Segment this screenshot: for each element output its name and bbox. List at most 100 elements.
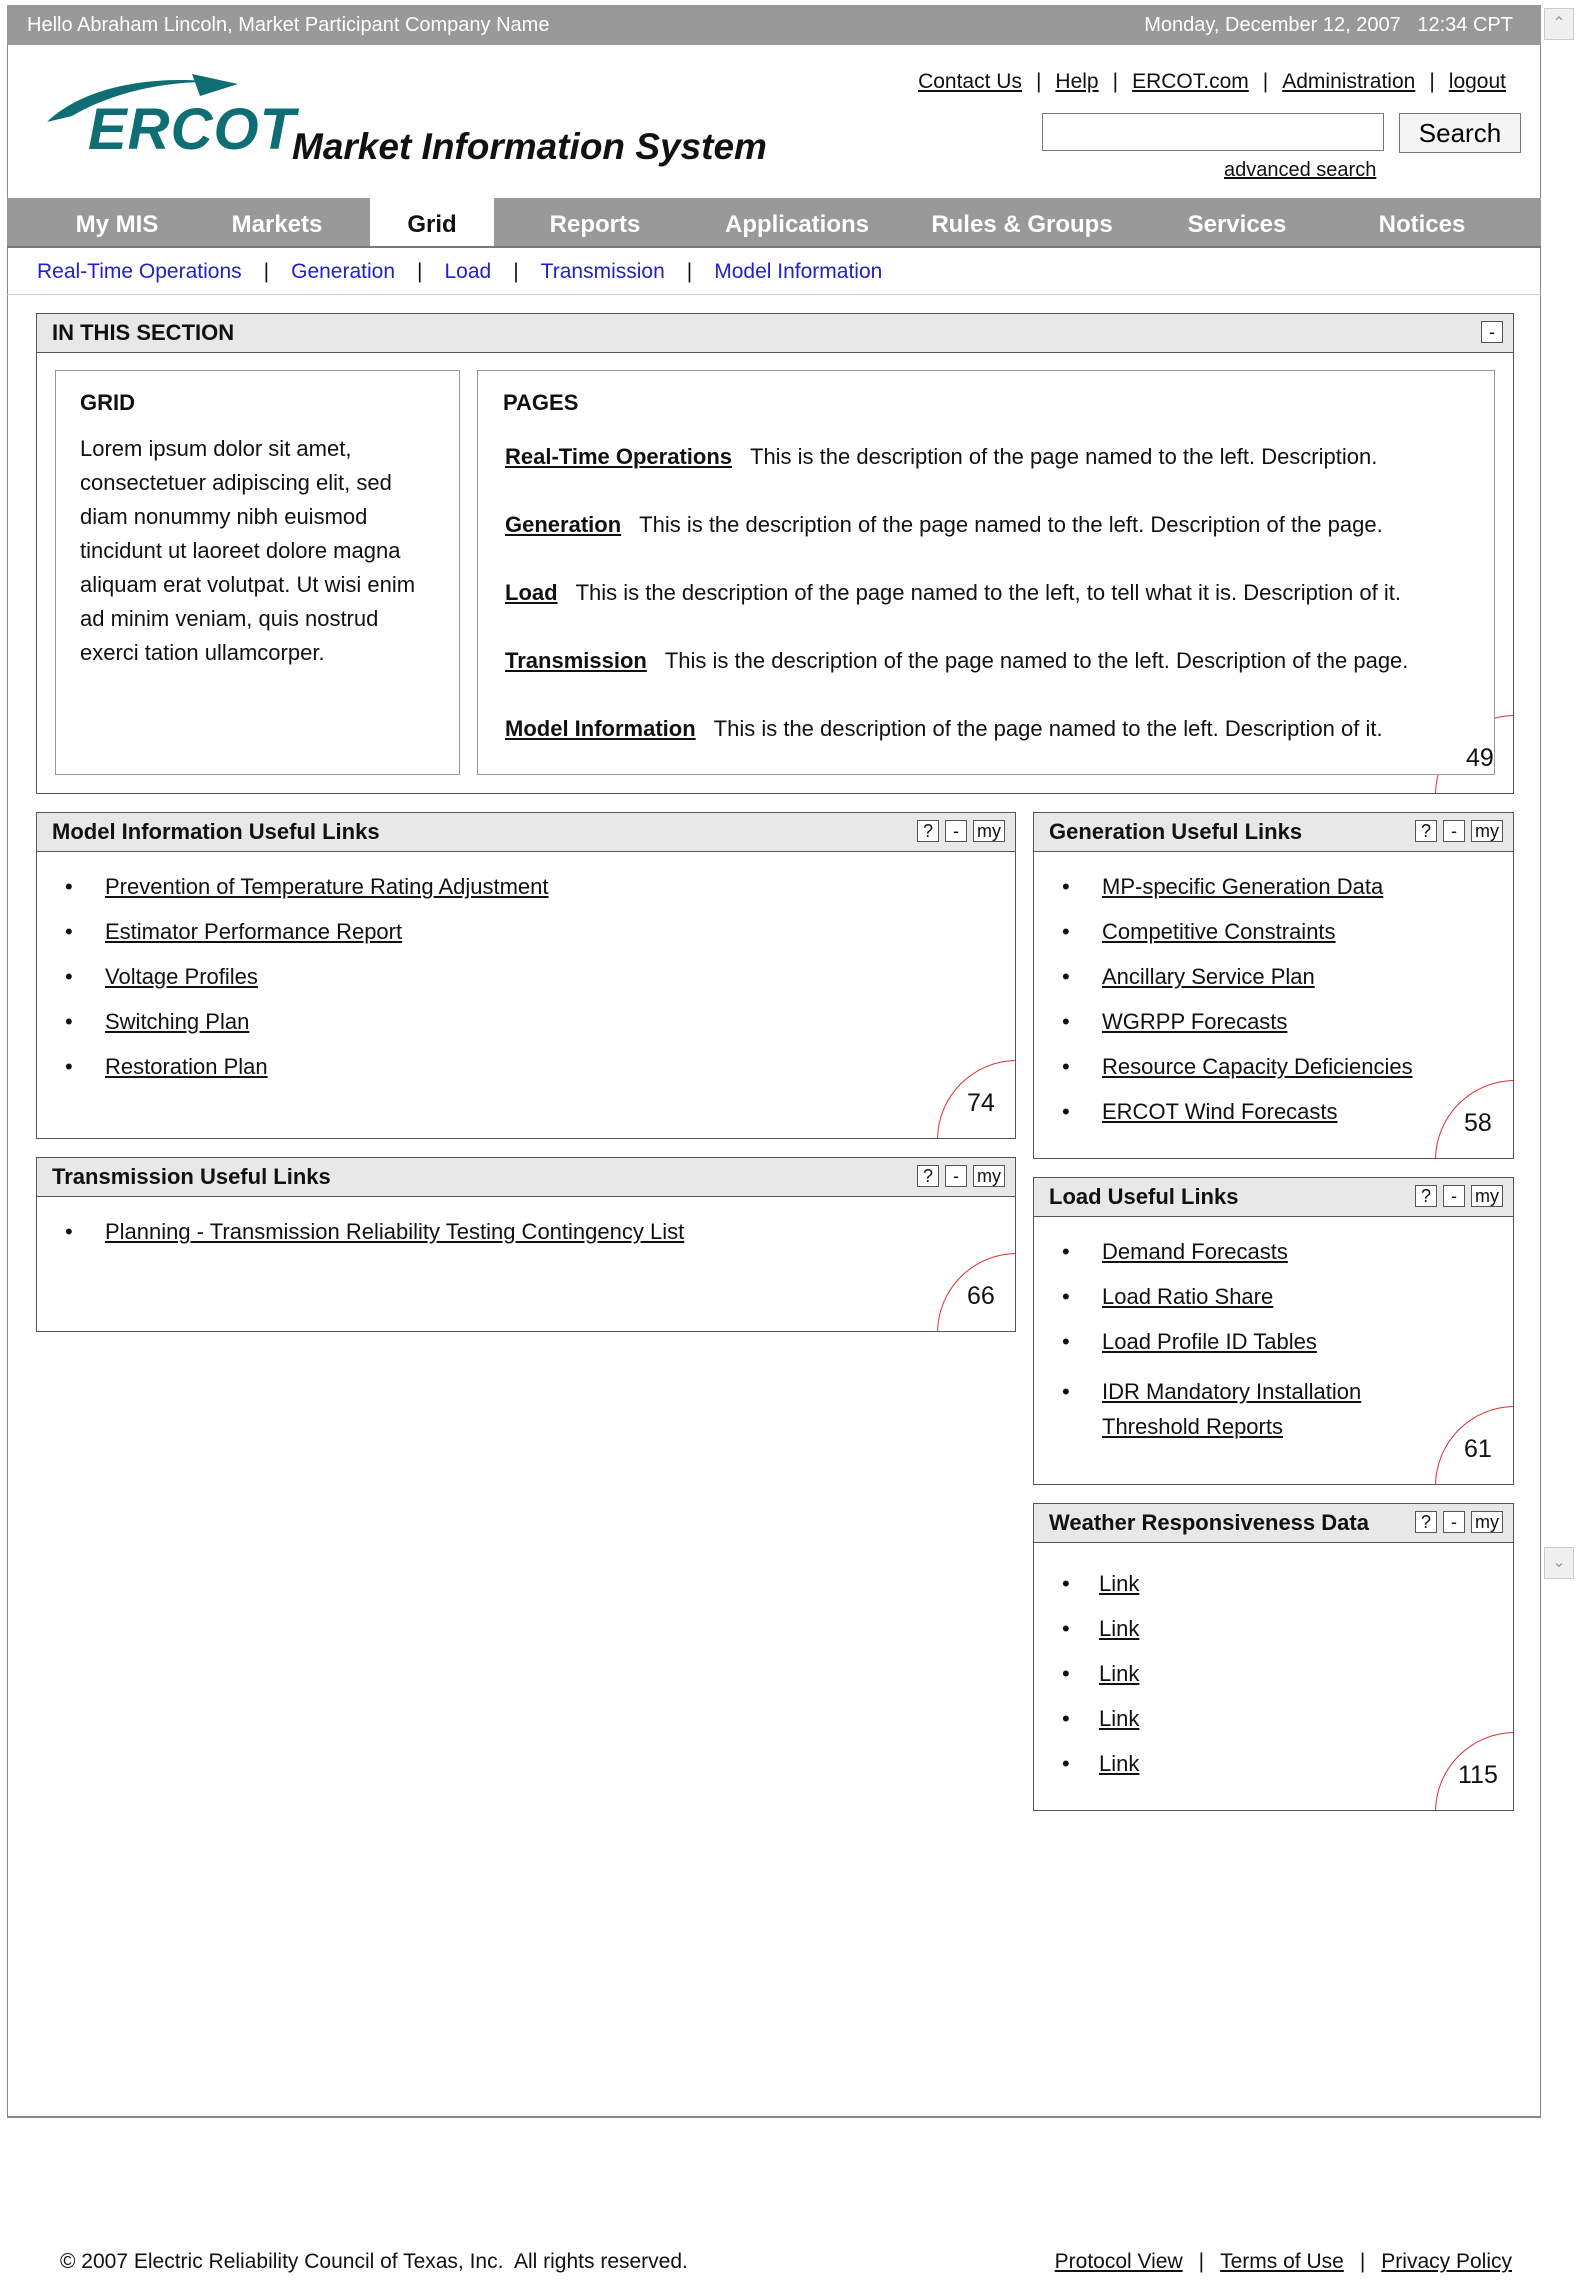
help-button[interactable]: ?	[917, 1165, 939, 1187]
page-link-load[interactable]: Load	[505, 580, 558, 605]
minimize-button[interactable]: -	[1443, 820, 1465, 842]
page-link-transmission[interactable]: Transmission	[505, 648, 647, 673]
link-list: Prevention of Temperature Rating Adjustm…	[37, 852, 1015, 1099]
advanced-search-link[interactable]: advanced search	[1224, 159, 1376, 182]
subnav-transmission[interactable]: Transmission	[541, 260, 665, 283]
link-list: Demand Forecasts Load Ratio Share Load P…	[1034, 1217, 1513, 1444]
model-info-link[interactable]: Estimator Performance Report	[105, 919, 402, 944]
generation-link[interactable]: Ancillary Service Plan	[1102, 964, 1315, 989]
help-link[interactable]: Help	[1055, 70, 1098, 93]
subnav-model-information[interactable]: Model Information	[714, 260, 882, 283]
minimize-button[interactable]: -	[1481, 321, 1503, 343]
list-item: Load Profile ID Tables	[1034, 1329, 1513, 1374]
page-link-model-information[interactable]: Model Information	[505, 716, 696, 741]
contact-us-link[interactable]: Contact Us	[918, 70, 1022, 93]
panel-title: Weather Responsiveness Data	[1049, 1510, 1369, 1535]
generation-link[interactable]: Resource Capacity Deficiencies	[1102, 1054, 1413, 1079]
terms-of-use-link[interactable]: Terms of Use	[1220, 2250, 1344, 2273]
page-description: This is the description of the page name…	[750, 444, 1378, 469]
list-item: Switching Plan	[37, 1009, 1015, 1054]
my-button[interactable]: my	[973, 1165, 1005, 1187]
panel-title: Transmission Useful Links	[52, 1164, 331, 1189]
minimize-button[interactable]: -	[1443, 1185, 1465, 1207]
generation-link[interactable]: ERCOT Wind Forecasts	[1102, 1099, 1338, 1124]
generation-link[interactable]: Competitive Constraints	[1102, 919, 1336, 944]
page-description: This is the description of the page name…	[713, 716, 1383, 741]
list-item: Resource Capacity Deficiencies	[1034, 1054, 1513, 1099]
count-badge: 61	[1464, 1435, 1492, 1463]
tab-notices[interactable]: Notices	[1352, 198, 1492, 246]
panel-title: IN THIS SECTION	[52, 320, 235, 345]
weather-link[interactable]: Link	[1099, 1661, 1139, 1686]
footer-divider	[7, 2116, 1541, 2118]
help-button[interactable]: ?	[1415, 1511, 1437, 1533]
date-time: Monday, December 12, 2007 12:34 CPT	[1144, 14, 1513, 36]
protocol-view-link[interactable]: Protocol View	[1055, 2250, 1183, 2273]
logout-link[interactable]: logout	[1449, 70, 1506, 93]
panel-title: Generation Useful Links	[1049, 819, 1303, 844]
administration-link[interactable]: Administration	[1282, 70, 1415, 93]
scroll-down-button[interactable]: ⌄	[1544, 1547, 1574, 1579]
weather-link[interactable]: Link	[1099, 1571, 1139, 1596]
tab-reports[interactable]: Reports	[520, 198, 670, 246]
section-count-badge: 49	[1466, 744, 1494, 772]
load-link[interactable]: IDR Mandatory Installation Threshold Rep…	[1102, 1379, 1361, 1439]
generation-link[interactable]: WGRPP Forecasts	[1102, 1009, 1287, 1034]
list-item: IDR Mandatory Installation Threshold Rep…	[1034, 1374, 1432, 1444]
help-button[interactable]: ?	[917, 820, 939, 842]
panel-header: Model Information Useful Links ? - my	[37, 813, 1015, 852]
subnav-real-time-operations[interactable]: Real-Time Operations	[37, 260, 242, 283]
model-info-link[interactable]: Restoration Plan	[105, 1054, 268, 1079]
tab-markets[interactable]: Markets	[207, 198, 347, 246]
load-links-panel: Load Useful Links ?-my Demand Forecasts …	[1033, 1177, 1514, 1485]
transmission-links-panel: Transmission Useful Links ?-my Planning …	[36, 1157, 1016, 1332]
panel-header: Generation Useful Links ? - my	[1034, 813, 1513, 852]
minimize-button[interactable]: -	[945, 820, 967, 842]
page-link-generation[interactable]: Generation	[505, 512, 621, 537]
tab-my-mis[interactable]: My MIS	[47, 198, 187, 246]
list-item: Link	[1034, 1661, 1513, 1706]
search-input[interactable]	[1042, 113, 1384, 151]
page-row: Model Information This is the description…	[505, 716, 1383, 742]
search-button[interactable]: Search	[1399, 113, 1521, 153]
subnav-load[interactable]: Load	[444, 260, 491, 283]
help-button[interactable]: ?	[1415, 820, 1437, 842]
list-item: Prevention of Temperature Rating Adjustm…	[37, 874, 1015, 919]
weather-link[interactable]: Link	[1099, 1616, 1139, 1641]
load-link[interactable]: Demand Forecasts	[1102, 1239, 1288, 1264]
load-link[interactable]: Load Ratio Share	[1102, 1284, 1273, 1309]
list-item: Link	[1034, 1706, 1513, 1751]
generation-link[interactable]: MP-specific Generation Data	[1102, 874, 1383, 899]
privacy-policy-link[interactable]: Privacy Policy	[1381, 2250, 1512, 2273]
pages-heading: PAGES	[503, 390, 579, 415]
scroll-up-button[interactable]: ⌃	[1544, 8, 1574, 40]
minimize-button[interactable]: -	[1443, 1511, 1465, 1533]
weather-link[interactable]: Link	[1099, 1751, 1139, 1776]
my-button[interactable]: my	[1471, 1511, 1503, 1533]
panel-header: IN THIS SECTION -	[37, 314, 1513, 353]
ercot-logo[interactable]: ERCOT	[88, 96, 296, 163]
tab-grid[interactable]: Grid	[370, 198, 494, 246]
weather-link[interactable]: Link	[1099, 1706, 1139, 1731]
model-info-link[interactable]: Prevention of Temperature Rating Adjustm…	[105, 874, 549, 899]
footer-links: Protocol View | Terms of Use | Privacy Polic…	[1054, 2250, 1512, 2273]
my-button[interactable]: my	[973, 820, 1005, 842]
page-row: Load This is the description of the page …	[505, 580, 1401, 606]
minimize-button[interactable]: -	[945, 1165, 967, 1187]
subnav-generation[interactable]: Generation	[291, 260, 395, 283]
list-item: Competitive Constraints	[1034, 919, 1513, 964]
list-item: Link	[1034, 1616, 1513, 1661]
page-link-real-time-operations[interactable]: Real-Time Operations	[505, 444, 732, 469]
tab-rules-groups[interactable]: Rules & Groups	[917, 198, 1127, 246]
my-button[interactable]: my	[1471, 1185, 1503, 1207]
model-info-link[interactable]: Voltage Profiles	[105, 964, 258, 989]
help-button[interactable]: ?	[1415, 1185, 1437, 1207]
ercot-com-link[interactable]: ERCOT.com	[1132, 70, 1249, 93]
tab-applications[interactable]: Applications	[707, 198, 887, 246]
transmission-link[interactable]: Planning - Transmission Reliability Test…	[105, 1219, 684, 1244]
model-info-link[interactable]: Switching Plan	[105, 1009, 249, 1034]
page-description: This is the description of the page name…	[575, 580, 1401, 605]
my-button[interactable]: my	[1471, 820, 1503, 842]
load-link[interactable]: Load Profile ID Tables	[1102, 1329, 1317, 1354]
tab-services[interactable]: Services	[1167, 198, 1307, 246]
